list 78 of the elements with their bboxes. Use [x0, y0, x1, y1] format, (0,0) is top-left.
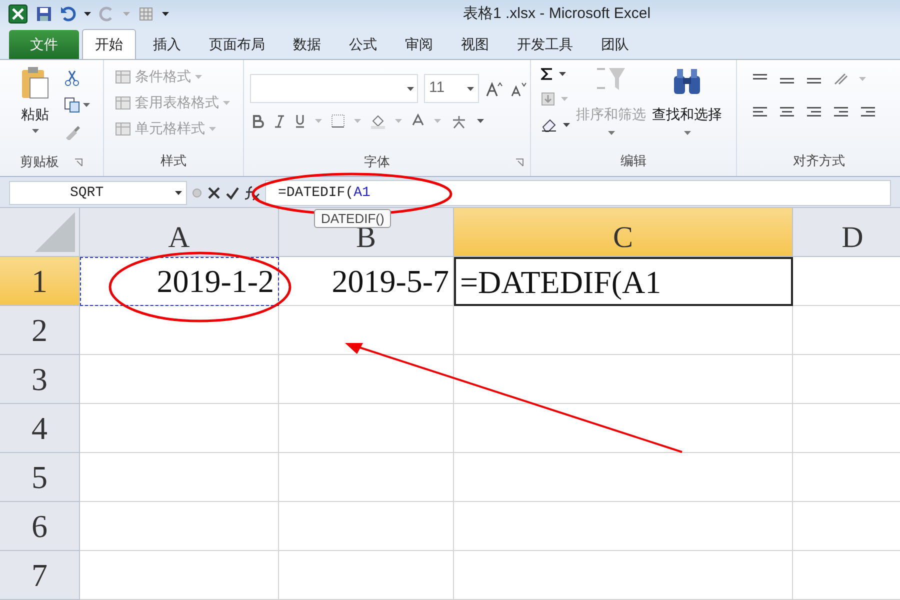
app-logo-icon[interactable] [8, 4, 28, 24]
row-header[interactable]: 2 [0, 306, 80, 355]
table-cell: 2019-1-2 [80, 257, 279, 306]
grow-font-icon[interactable] [485, 80, 503, 96]
phonetic-icon[interactable] [450, 113, 468, 129]
decrease-indent-icon[interactable] [832, 106, 850, 118]
caret-icon[interactable] [32, 129, 38, 133]
paste-button[interactable]: 粘贴 [20, 66, 50, 154]
ribbon-tab[interactable]: 视图 [447, 30, 503, 59]
dialog-launcher-icon[interactable] [74, 158, 83, 166]
row-header[interactable]: 3 [0, 355, 80, 404]
row-header[interactable]: 7 [0, 551, 80, 600]
fill-color-icon[interactable] [370, 113, 386, 129]
caret-icon[interactable] [559, 72, 566, 76]
table-style-icon [115, 70, 131, 84]
shrink-font-icon[interactable] [509, 80, 527, 96]
ribbon-tab[interactable]: 页面布局 [195, 30, 279, 59]
increase-indent-icon[interactable] [859, 106, 877, 118]
caret-icon[interactable] [175, 191, 182, 195]
bold-icon[interactable] [252, 114, 264, 128]
ribbon-tab[interactable]: 审阅 [391, 30, 447, 59]
caret-icon[interactable] [407, 86, 414, 90]
dialog-launcher-icon[interactable] [515, 158, 524, 166]
group-label: 字体 [364, 153, 390, 172]
ribbon-tab[interactable]: 团队 [587, 30, 643, 59]
underline-icon[interactable] [294, 114, 306, 128]
ribbon-tab[interactable]: 开发工具 [503, 30, 587, 59]
row-header[interactable]: 1 [0, 257, 80, 306]
table-cell: 2019-5-7 [279, 257, 454, 306]
caret-icon[interactable] [84, 12, 91, 16]
border-icon[interactable] [331, 114, 345, 128]
caret-icon[interactable] [467, 86, 474, 90]
font-name-field[interactable] [250, 74, 418, 103]
enter-icon[interactable] [225, 186, 239, 200]
ribbon-tab[interactable]: 数据 [279, 30, 335, 59]
group-label: 样式 [160, 152, 186, 170]
file-tab[interactable]: 文件 [9, 30, 79, 59]
align-left-icon[interactable] [751, 106, 769, 118]
caret-icon[interactable] [83, 103, 90, 107]
ribbon-tab[interactable]: 公式 [335, 30, 391, 59]
save-icon[interactable] [36, 6, 52, 22]
row-header[interactable]: 6 [0, 502, 80, 551]
clipboard-icon [20, 66, 50, 100]
row-header[interactable]: 5 [0, 453, 80, 502]
fill-down-icon[interactable] [541, 92, 555, 106]
brush-icon[interactable] [64, 124, 80, 140]
cut-icon[interactable] [64, 70, 80, 86]
font-size-field[interactable]: 11 [424, 74, 479, 103]
align-center-icon[interactable] [778, 106, 796, 118]
orientation-icon[interactable] [832, 72, 850, 86]
group-label: 剪贴板 [20, 153, 59, 172]
table-cell: =DATEDIF(A1 [454, 257, 793, 306]
caret-icon[interactable] [563, 123, 570, 127]
eraser-icon[interactable] [541, 118, 557, 132]
insert-function-icon[interactable] [243, 185, 261, 201]
find-select-button[interactable]: 查找和选择 [652, 66, 722, 150]
group-label: 编辑 [620, 152, 646, 170]
caret-icon[interactable] [477, 119, 484, 123]
table-style-icon [115, 122, 131, 136]
row-header[interactable]: 4 [0, 404, 80, 453]
function-tooltip: DATEDIF() [314, 209, 392, 228]
align-right-icon[interactable] [805, 106, 823, 118]
column-header[interactable]: C [454, 208, 793, 257]
copy-icon[interactable] [64, 97, 80, 113]
group-label: 对齐方式 [793, 152, 845, 170]
cancel-icon[interactable] [207, 186, 221, 200]
column-header[interactable]: A [80, 208, 279, 257]
column-header[interactable]: D [793, 208, 900, 257]
italic-icon[interactable] [273, 114, 285, 128]
table-style-icon [115, 96, 131, 110]
ribbon-tab[interactable]: 插入 [139, 30, 195, 59]
name-box[interactable]: SQRT [9, 181, 187, 205]
caret-icon[interactable] [162, 12, 169, 16]
sum-icon[interactable] [541, 68, 553, 80]
window-title: 表格1 .xlsx - Microsoft Excel [463, 4, 651, 24]
ribbon-tab[interactable]: 开始 [82, 29, 136, 59]
formula-field[interactable]: =DATEDIF(A1 [265, 180, 891, 206]
undo-icon[interactable] [60, 6, 76, 22]
